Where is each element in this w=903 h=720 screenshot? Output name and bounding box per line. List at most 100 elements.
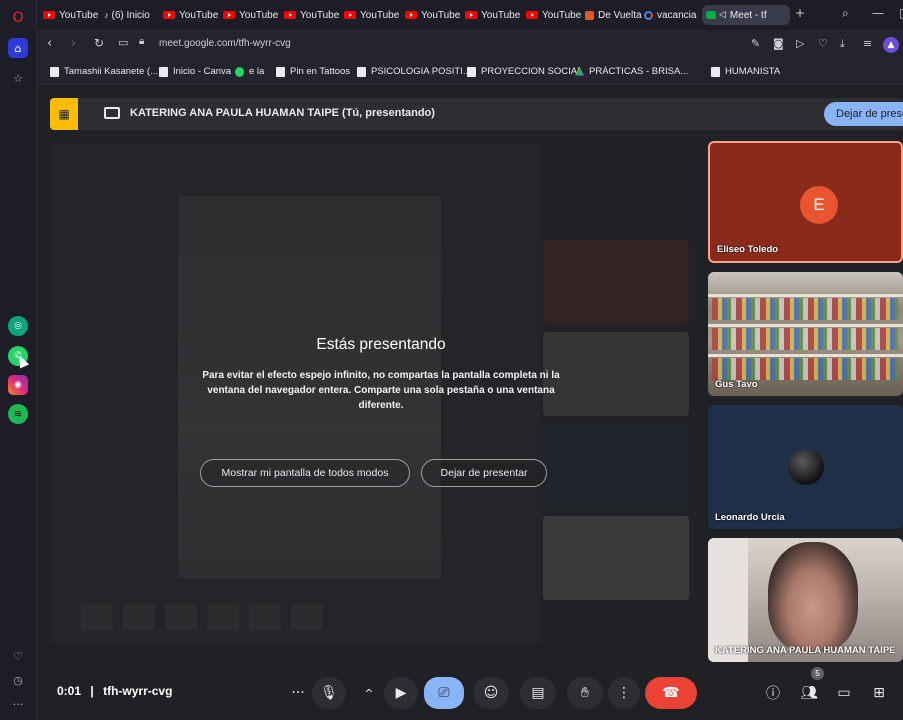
meet-icon [706, 11, 716, 19]
url-field[interactable]: meet.google.com/tfh-wyrr-cvg [159, 38, 291, 49]
chatgpt-icon[interactable]: ◎ [8, 316, 28, 336]
page-icon [467, 66, 476, 77]
snapshot-icon[interactable]: ▭ [118, 36, 128, 49]
search-tabs-icon[interactable]: ⌕ [842, 6, 849, 21]
home-icon[interactable]: ⌂ [8, 38, 28, 58]
bookmark[interactable]: Pin en Tattoos [276, 66, 350, 77]
opera-logo-icon[interactable]: O [8, 8, 28, 28]
emoji-reaction-button[interactable]: ☺ [473, 677, 509, 709]
more-options-icon[interactable]: ··· [286, 677, 310, 709]
history-icon[interactable]: ◷ [8, 670, 28, 690]
bookmarks-bar: Tamashii Kasanete (... Inicio - Canva e … [37, 59, 903, 85]
reload-icon[interactable]: ↻ [94, 36, 104, 50]
download-icon[interactable]: ⤓ [840, 37, 845, 51]
camera-icon[interactable]: ◙ [773, 37, 784, 50]
tab[interactable]: YouTube [465, 5, 523, 25]
meet-window: ▦ KATERING ANA PAULA HUAMAN TAIPE (Tú, p… [37, 86, 903, 720]
heart-icon[interactable]: ♡ [8, 646, 28, 666]
more-actions-button[interactable]: ⋮ [608, 677, 640, 709]
presenting-dialog: Estás presentando Para evitar el efecto … [191, 336, 571, 487]
youtube-icon [405, 11, 417, 19]
tiktok-icon: ♪ [104, 10, 109, 20]
chat-icon[interactable]: ▭ [830, 677, 858, 709]
minimize-icon[interactable]: — [872, 6, 884, 20]
maximize-icon[interactable]: □ [899, 6, 903, 20]
stop-presenting-button[interactable]: Dejar de presentar [421, 459, 547, 487]
participant-tile-self[interactable]: KATERING ANA PAULA HUAMAN TAIPE [708, 538, 903, 662]
tab-active[interactable]: ◁ Meet - tf [702, 5, 790, 25]
whatsapp-icon [235, 66, 244, 77]
bookmark[interactable]: e la [235, 66, 264, 77]
dialog-body: Para evitar el efecto espejo infinito, n… [202, 370, 560, 411]
show-screen-anyway-button[interactable]: Mostrar mi pantalla de todos modos [200, 459, 410, 487]
meeting-details-icon[interactable]: ⓘ [759, 677, 787, 709]
youtube-icon [163, 11, 175, 19]
tab[interactable]: De Vuelta [585, 5, 643, 25]
tab[interactable]: YouTube [43, 5, 101, 25]
edit-icon[interactable]: ✎ [751, 37, 760, 50]
page-icon [159, 66, 168, 77]
browser-sidebar: O ⌂ ☆ ◎ ✆ ◉ ≋ ♡ ◷ ··· [0, 0, 37, 720]
heart-icon[interactable]: ♡ [818, 37, 828, 50]
present-screen-button[interactable]: ⎚ [424, 677, 464, 709]
participant-name: Gus Tavo [715, 379, 758, 390]
stop-presenting-banner-button[interactable]: Dejar de presentar [824, 102, 903, 126]
presenting-warning-icon: ▦ [50, 98, 78, 130]
shared-screen: Estás presentando Para evitar el efecto … [51, 144, 697, 660]
self-video [768, 542, 858, 652]
participant-name: Leonardo Urcia [715, 512, 785, 523]
microphone-button[interactable]: 🎙︎ [312, 677, 346, 709]
people-count-badge: 5 [811, 667, 824, 680]
tab[interactable]: YouTube [163, 5, 221, 25]
menu-icon[interactable]: ≡ [863, 37, 872, 50]
tab[interactable]: YouTube [344, 5, 402, 25]
separator: | [90, 684, 94, 698]
participant-tile[interactable]: Leonardo Urcia [708, 405, 903, 529]
avatar [788, 449, 824, 485]
forward-icon[interactable]: › [71, 36, 76, 51]
captions-button[interactable]: ▤ [520, 677, 556, 709]
instagram-icon[interactable]: ◉ [8, 375, 28, 395]
spotify-icon[interactable]: ≋ [8, 404, 28, 424]
bookmark[interactable]: PRÁCTICAS - BRISA... [575, 66, 688, 77]
bookmark[interactable]: PSICOLOGIA POSITI... [357, 66, 471, 77]
meeting-time: 0:01 [57, 684, 82, 698]
play-icon[interactable]: ▷ [796, 37, 804, 50]
tab[interactable]: ♪ (6) Inicio [104, 5, 162, 25]
participant-tile[interactable]: E Eliseo Toledo [708, 141, 903, 263]
youtube-icon [526, 11, 538, 19]
youtube-icon [284, 11, 296, 19]
meeting-code: tfh-wyrr-cvg [103, 684, 173, 698]
back-icon[interactable]: ‹ [47, 36, 52, 51]
activities-icon[interactable]: ⊞ [865, 677, 893, 709]
bookmark[interactable]: Tamashii Kasanete (... [50, 66, 158, 77]
more-icon[interactable]: ··· [8, 694, 28, 714]
tab[interactable]: vacancia [644, 5, 702, 25]
page-icon [50, 66, 59, 77]
tab[interactable]: YouTube [405, 5, 463, 25]
profile-icon[interactable]: ▲ [883, 37, 899, 53]
participant-name: Eliseo Toledo [717, 244, 779, 255]
camera-button[interactable]: ▶︎ [384, 677, 418, 709]
bookmark[interactable]: PROYECCION SOCIAL [467, 66, 582, 77]
participant-tile[interactable]: Gus Tavo [708, 272, 903, 396]
camera-options-chevron-icon[interactable]: ^ [359, 677, 379, 709]
youtube-icon [344, 11, 356, 19]
avatar: E [800, 186, 838, 224]
dialog-title: Estás presentando [316, 336, 446, 353]
bookmark[interactable]: HUMANISTA [711, 66, 780, 77]
presenting-banner: ▦ KATERING ANA PAULA HUAMAN TAIPE (Tú, p… [50, 98, 903, 130]
bookmark[interactable]: Inicio - Canva [159, 66, 231, 77]
presenter-text: KATERING ANA PAULA HUAMAN TAIPE (Tú, pre… [130, 107, 435, 119]
present-screen-icon [104, 107, 120, 119]
leave-call-button[interactable]: ☎︎ [645, 677, 697, 709]
tab[interactable]: YouTube [223, 5, 281, 25]
tab[interactable]: YouTube [526, 5, 584, 25]
people-icon[interactable]: 👥︎ [795, 677, 823, 709]
tab[interactable]: YouTube [284, 5, 342, 25]
new-tab-icon[interactable]: + [795, 6, 805, 20]
raise-hand-button[interactable]: ✋︎ [567, 677, 603, 709]
drive-icon [575, 66, 584, 76]
lock-icon: 🔒︎ [139, 36, 145, 47]
star-icon[interactable]: ☆ [8, 68, 28, 88]
